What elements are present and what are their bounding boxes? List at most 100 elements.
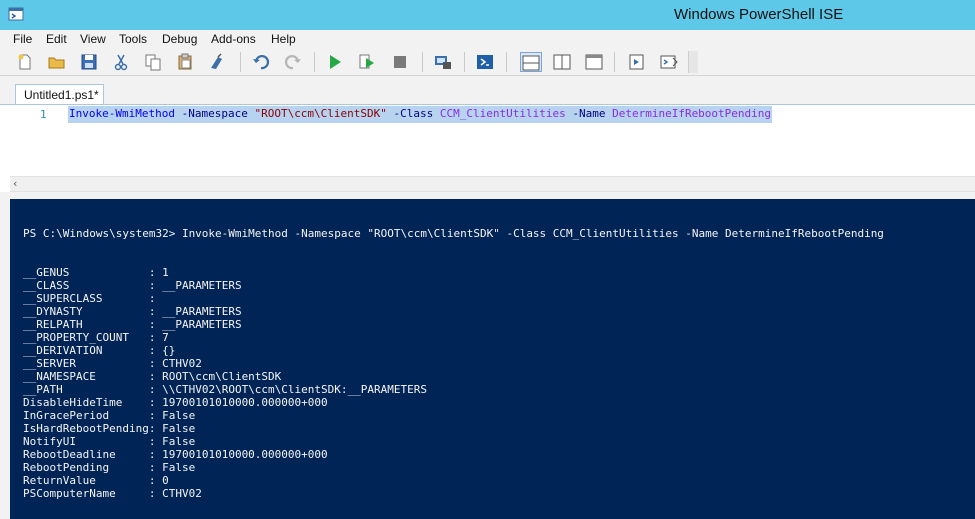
powershell-icon[interactable]	[476, 53, 494, 71]
console-row: __RELPATH : __PARAMETERS	[23, 318, 242, 331]
code-token-param: -Name	[565, 107, 613, 120]
script-pane-icon[interactable]	[628, 53, 646, 71]
stop-icon[interactable]	[391, 53, 409, 71]
property-name: __SERVER	[23, 357, 149, 370]
property-value: False	[162, 461, 196, 474]
console-row: __NAMESPACE : ROOT\ccm\ClientSDK	[23, 370, 282, 383]
property-name: __DYNASTY	[23, 305, 149, 318]
property-value: __PARAMETERS	[162, 318, 242, 331]
property-value: 7	[162, 331, 169, 344]
console-row: __PATH : \\CTHV02\ROOT\ccm\ClientSDK:__P…	[23, 383, 427, 396]
code-token-cmd: Invoke-WmiMethod	[69, 107, 175, 120]
property-name: __GENUS	[23, 266, 149, 279]
property-name: PSComputerName	[23, 487, 149, 500]
property-name: __SUPERCLASS	[23, 292, 149, 305]
code-token-param: -Class	[386, 107, 440, 120]
save-icon[interactable]	[80, 53, 98, 71]
open-icon[interactable]	[48, 53, 66, 71]
code-token-type: DetermineIfRebootPending	[612, 107, 772, 120]
code-token-str: "ROOT\ccm\ClientSDK"	[254, 107, 387, 120]
property-name: __PATH	[23, 383, 149, 396]
undo-icon[interactable]	[252, 53, 270, 71]
toolbar-separator	[506, 52, 507, 72]
console-row: InGracePeriod : False	[23, 409, 196, 422]
property-name: RebootDeadline	[23, 448, 149, 461]
toolbar-separator	[314, 52, 315, 72]
code-token-param: -Namespace	[174, 107, 255, 120]
property-value: 19700101010000.000000+000	[162, 448, 328, 461]
property-value: ROOT\ccm\ClientSDK	[162, 370, 282, 383]
layout-max-icon[interactable]	[585, 53, 603, 71]
property-value: __PARAMETERS	[162, 305, 242, 318]
show-command-icon[interactable]	[660, 53, 678, 71]
property-value: False	[162, 409, 196, 422]
menu-file[interactable]: File	[13, 32, 32, 46]
console-row: ReturnValue : 0	[23, 474, 169, 487]
property-value: CTHV02	[162, 487, 202, 500]
menu-debug[interactable]: Debug	[162, 32, 197, 46]
console-output: PS C:\Windows\system32> Invoke-WmiMethod…	[23, 227, 884, 500]
console-row: __SERVER : CTHV02	[23, 357, 202, 370]
copy-icon[interactable]	[144, 53, 162, 71]
property-name: __DERIVATION	[23, 344, 149, 357]
toolbar-separator	[464, 52, 465, 72]
run-icon[interactable]	[326, 53, 344, 71]
property-value: \\CTHV02\ROOT\ccm\ClientSDK:__PARAMETERS	[162, 383, 427, 396]
menu-add-ons[interactable]: Add-ons	[211, 32, 256, 46]
layout-top-icon[interactable]	[520, 52, 542, 72]
toolbar-overflow-handle[interactable]	[688, 51, 698, 73]
toolbar	[0, 49, 975, 76]
remote-icon[interactable]	[434, 53, 452, 71]
property-value: False	[162, 422, 196, 435]
console-pane[interactable]: PS C:\Windows\system32> Invoke-WmiMethod…	[10, 199, 975, 519]
layout-right-icon[interactable]	[553, 53, 571, 71]
scroll-left-icon[interactable]: ‹	[13, 177, 17, 190]
property-name: __CLASS	[23, 279, 149, 292]
title-bar: Windows PowerShell ISE	[0, 0, 975, 30]
powershell-app-icon[interactable]	[8, 6, 24, 22]
console-row: PSComputerName : CTHV02	[23, 487, 202, 500]
menu-edit[interactable]: Edit	[46, 32, 67, 46]
console-row: NotifyUI : False	[23, 435, 196, 448]
clear-icon[interactable]	[208, 53, 226, 71]
script-editor[interactable]: 1 Invoke-WmiMethod -Namespace "ROOT\ccm\…	[10, 105, 975, 176]
toolbar-separator	[614, 52, 615, 72]
line-number: 1	[40, 108, 47, 121]
property-name: DisableHideTime	[23, 396, 149, 409]
toolbar-separator	[240, 52, 241, 72]
property-value: {}	[162, 344, 176, 357]
console-row: IsHardRebootPending: False	[23, 422, 196, 435]
redo-icon[interactable]	[284, 53, 302, 71]
editor-horizontal-scrollbar[interactable]: ‹	[10, 176, 975, 192]
console-prompt-line: PS C:\Windows\system32> Invoke-WmiMethod…	[23, 227, 884, 240]
property-value: 0	[162, 474, 169, 487]
console-row: DisableHideTime : 19700101010000.000000+…	[23, 396, 328, 409]
property-name: __RELPATH	[23, 318, 149, 331]
property-name: ReturnValue	[23, 474, 149, 487]
property-name: RebootPending	[23, 461, 149, 474]
cut-icon[interactable]	[112, 53, 130, 71]
tab-strip: Untitled1.ps1*	[0, 76, 975, 105]
menu-bar: File Edit View Tools Debug Add-ons Help	[0, 30, 975, 49]
property-name: __NAMESPACE	[23, 370, 149, 383]
run-selection-icon[interactable]	[358, 53, 376, 71]
pane-splitter[interactable]	[10, 192, 975, 199]
new-icon[interactable]	[16, 53, 34, 71]
paste-icon[interactable]	[176, 53, 194, 71]
code-line[interactable]: Invoke-WmiMethod -Namespace "ROOT\ccm\Cl…	[68, 106, 773, 123]
console-row: __DYNASTY : __PARAMETERS	[23, 305, 242, 318]
property-name: __PROPERTY_COUNT	[23, 331, 149, 344]
menu-help[interactable]: Help	[271, 32, 296, 46]
menu-tools[interactable]: Tools	[119, 32, 147, 46]
property-name: IsHardRebootPending	[23, 422, 149, 435]
console-row: __SUPERCLASS :	[23, 292, 163, 305]
left-margin	[0, 192, 10, 519]
console-row: RebootDeadline : 19700101010000.000000+0…	[23, 448, 328, 461]
menu-view[interactable]: View	[80, 32, 106, 46]
tab-untitled1[interactable]: Untitled1.ps1*	[15, 84, 104, 105]
window-title: Windows PowerShell ISE	[674, 6, 844, 23]
console-row: __PROPERTY_COUNT : 7	[23, 331, 169, 344]
property-value: 19700101010000.000000+000	[162, 396, 328, 409]
toolbar-separator	[422, 52, 423, 72]
console-row: __DERIVATION : {}	[23, 344, 176, 357]
